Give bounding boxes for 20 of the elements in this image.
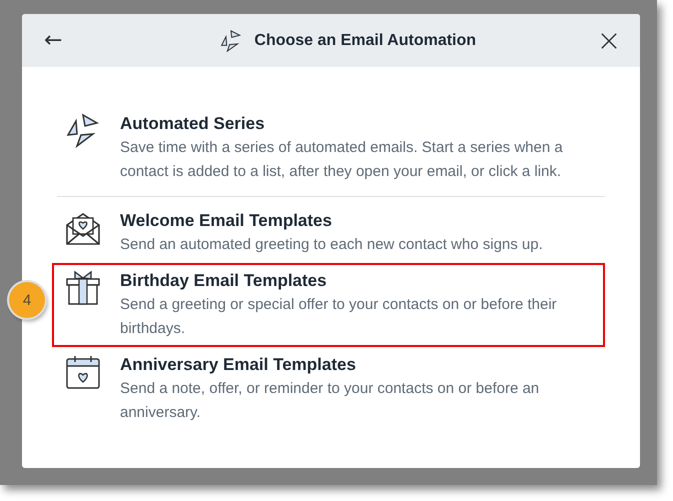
option-description: Send a greeting or special offer to your contacts on or before their birthdays. bbox=[120, 295, 558, 339]
option-description: Send a note, offer, or reminder to your contacts on or before an anniversary. bbox=[120, 379, 540, 423]
automation-option[interactable]: Anniversary Email Templates Send a note, offer, or reminder to your contacts on or before an anniversary. bbox=[52, 347, 605, 431]
option-description: Send an automated greeting to each new contact who signs up. bbox=[120, 235, 543, 255]
option-title: Automated Series bbox=[120, 113, 266, 135]
envelope-heart-icon bbox=[65, 210, 101, 246]
step-callout: 4 bbox=[9, 282, 45, 318]
automation-option[interactable]: Welcome Email Templates Send an automated greeting to each new contact who signs up. bbox=[52, 203, 605, 263]
automation-option[interactable]: Birthday Email Templates Send a greeting or special offer to your contacts on or before their birthdays. bbox=[52, 263, 605, 347]
paper-planes-icon bbox=[65, 113, 101, 149]
dialog-title: Choose an Email Automation bbox=[254, 32, 476, 50]
option-title: Anniversary Email Templates bbox=[120, 354, 357, 376]
calendar-heart-icon bbox=[65, 354, 101, 390]
option-title: Birthday Email Templates bbox=[120, 270, 328, 292]
close-icon[interactable] bbox=[600, 32, 618, 50]
automation-option[interactable]: Automated Series Save time with a series of automated emails. Start a series when a contact is added to a list, after they open your email, or click a link. bbox=[52, 106, 605, 190]
back-button[interactable]: ← bbox=[40, 28, 66, 53]
gift-icon bbox=[65, 270, 101, 306]
option-description: Save time with a series of automated emails. Start a series when a contact is added to a list, after they open your email, or click a link. bbox=[120, 138, 564, 182]
option-title: Welcome Email Templates bbox=[120, 210, 333, 232]
